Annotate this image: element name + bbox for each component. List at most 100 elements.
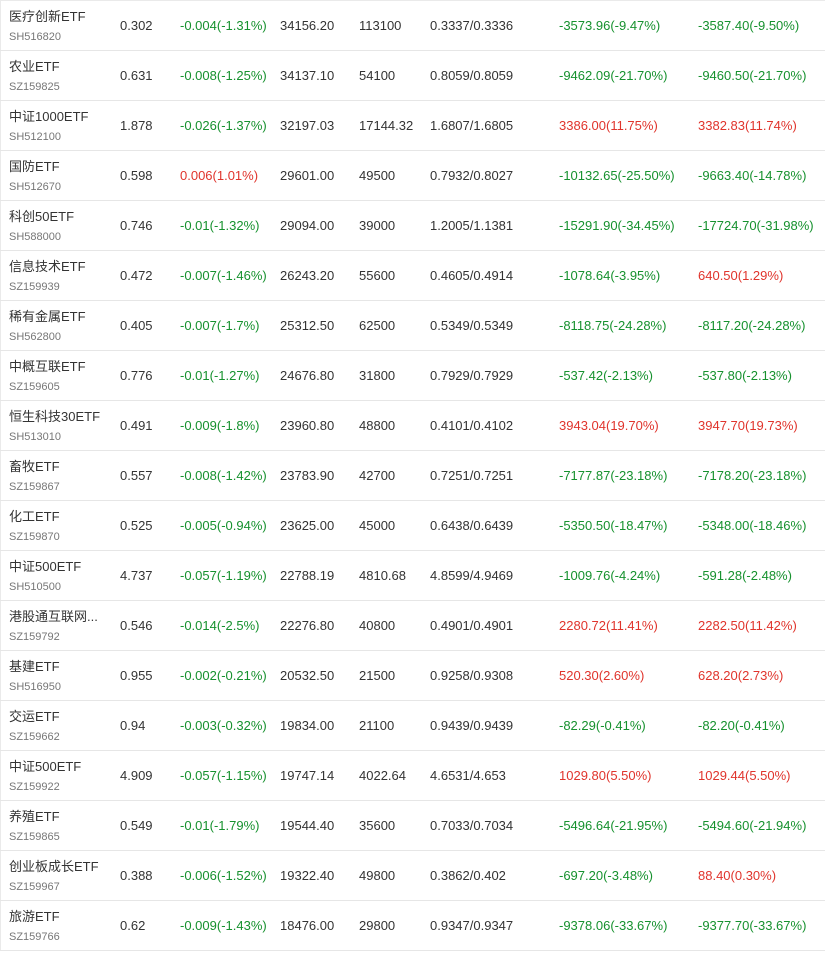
holding-pnl: -82.29(-0.41%) <box>559 718 646 733</box>
fund-name[interactable]: 中证500ETF <box>9 559 112 575</box>
fund-code: SH512100 <box>9 131 61 143</box>
fund-name[interactable]: 创业板成长ETF <box>9 859 112 875</box>
holding-shares: 31800 <box>359 368 396 383</box>
fund-name[interactable]: 恒生科技30ETF <box>9 409 112 425</box>
holding-shares: 39000 <box>359 218 396 233</box>
cost-price: 0.7033/0.7034 <box>430 818 514 833</box>
price-change: -0.057(-1.19%) <box>180 568 267 583</box>
fund-name-cell[interactable]: 中证500ETF SH510500 <box>0 551 112 600</box>
table-row[interactable]: 畜牧ETF SZ159867 0.557 -0.008(-1.42%) 23783.90… <box>0 451 825 501</box>
table-row[interactable]: 农业ETF SZ159825 0.631 -0.008(-1.25%) 34137.10… <box>0 51 825 101</box>
fund-name-cell[interactable]: 中证1000ETF SH512100 <box>0 101 112 150</box>
price-change: -0.01(-1.79%) <box>180 818 260 833</box>
holding-shares: 42700 <box>359 468 396 483</box>
current-price: 0.631 <box>120 68 153 83</box>
table-row[interactable]: 化工ETF SZ159870 0.525 -0.005(-0.94%) 23625.00… <box>0 501 825 551</box>
fund-name-cell[interactable]: 中概互联ETF SZ159605 <box>0 351 112 400</box>
holding-shares: 21100 <box>359 718 395 733</box>
table-row[interactable]: 中证1000ETF SH512100 1.878 -0.026(-1.37%) 3219… <box>0 101 825 151</box>
fund-name[interactable]: 中概互联ETF <box>9 359 112 375</box>
fund-name[interactable]: 交运ETF <box>9 709 112 725</box>
fund-name[interactable]: 稀有金属ETF <box>9 309 112 325</box>
fund-name-cell[interactable]: 农业ETF SZ159825 <box>0 51 112 100</box>
table-row[interactable]: 恒生科技30ETF SH513010 0.491 -0.009(-1.8%) 23960… <box>0 401 825 451</box>
market-value: 19322.40 <box>280 868 335 883</box>
fund-name[interactable]: 基建ETF <box>9 659 112 675</box>
fund-name-cell[interactable]: 科创50ETF SH588000 <box>0 201 112 250</box>
fund-code: SZ159967 <box>9 881 60 893</box>
table-row[interactable]: 养殖ETF SZ159865 0.549 -0.01(-1.79%) 19544.40 3… <box>0 801 825 851</box>
holding-pnl: -5496.64(-21.95%) <box>559 818 668 833</box>
fund-name-cell[interactable]: 旅游ETF SZ159766 <box>0 901 112 950</box>
price-change: -0.007(-1.7%) <box>180 318 260 333</box>
cost-price: 1.6807/1.6805 <box>430 118 514 133</box>
cost-price: 1.2005/1.1381 <box>430 218 514 233</box>
fund-name-cell[interactable]: 国防ETF SH512670 <box>0 151 112 200</box>
table-row[interactable]: 交运ETF SZ159662 0.94 -0.003(-0.32%) 19834.00 2… <box>0 701 825 751</box>
fund-name-cell[interactable]: 畜牧ETF SZ159867 <box>0 451 112 500</box>
current-price: 0.525 <box>120 518 153 533</box>
price-change: -0.007(-1.46%) <box>180 268 267 283</box>
table-row[interactable]: 旅游ETF SZ159766 0.62 -0.009(-1.43%) 18476.00 2… <box>0 901 825 951</box>
fund-name-cell[interactable]: 医疗创新ETF SH516820 <box>0 1 112 50</box>
table-row[interactable]: 基建ETF SH516950 0.955 -0.002(-0.21%) 20532.50… <box>0 651 825 701</box>
fund-name-cell[interactable]: 养殖ETF SZ159865 <box>0 801 112 850</box>
table-row[interactable]: 中证500ETF SZ159922 4.909 -0.057(-1.15%) 19747… <box>0 751 825 801</box>
table-row[interactable]: 稀有金属ETF SH562800 0.405 -0.007(-1.7%) 25312.5… <box>0 301 825 351</box>
fund-code: SZ159825 <box>9 81 60 93</box>
fund-name[interactable]: 科创50ETF <box>9 209 112 225</box>
total-pnl: -537.80(-2.13%) <box>698 368 792 383</box>
fund-code: SZ159766 <box>9 931 60 943</box>
fund-name[interactable]: 化工ETF <box>9 509 112 525</box>
fund-name-cell[interactable]: 港股通互联网... SZ159792 <box>0 601 112 650</box>
holding-pnl: 3386.00(11.75%) <box>559 118 658 133</box>
fund-name-cell[interactable]: 恒生科技30ETF SH513010 <box>0 401 112 450</box>
holding-pnl: -537.42(-2.13%) <box>559 368 653 383</box>
fund-name[interactable]: 农业ETF <box>9 59 112 75</box>
holding-pnl: 3943.04(19.70%) <box>559 418 659 433</box>
fund-name[interactable]: 畜牧ETF <box>9 459 112 475</box>
market-value: 23625.00 <box>280 518 335 533</box>
price-change: -0.009(-1.8%) <box>180 418 260 433</box>
fund-name[interactable]: 医疗创新ETF <box>9 9 112 25</box>
fund-name[interactable]: 养殖ETF <box>9 809 112 825</box>
current-price: 0.557 <box>120 468 153 483</box>
table-row[interactable]: 国防ETF SH512670 0.598 0.006(1.01%) 29601.00 49… <box>0 151 825 201</box>
current-price: 0.546 <box>120 618 153 633</box>
price-change: -0.008(-1.25%) <box>180 68 267 83</box>
total-pnl: -8117.20(-24.28%) <box>698 318 806 333</box>
cost-price: 0.7932/0.8027 <box>430 168 514 183</box>
fund-name[interactable]: 港股通互联网... <box>9 609 112 625</box>
table-row[interactable]: 信息技术ETF SZ159939 0.472 -0.007(-1.46%) 26243.… <box>0 251 825 301</box>
holding-pnl: -15291.90(-34.45%) <box>559 218 675 233</box>
fund-name-cell[interactable]: 交运ETF SZ159662 <box>0 701 112 750</box>
total-pnl: 2282.50(11.42%) <box>698 618 797 633</box>
table-row[interactable]: 科创50ETF SH588000 0.746 -0.01(-1.32%) 29094.0… <box>0 201 825 251</box>
current-price: 0.746 <box>120 218 153 233</box>
fund-name-cell[interactable]: 创业板成长ETF SZ159967 <box>0 851 112 900</box>
cost-price: 0.4605/0.4914 <box>430 268 514 283</box>
table-row[interactable]: 中概互联ETF SZ159605 0.776 -0.01(-1.27%) 24676.8… <box>0 351 825 401</box>
fund-name[interactable]: 中证1000ETF <box>9 109 112 125</box>
cost-price: 0.3337/0.3336 <box>430 18 514 33</box>
market-value: 22276.80 <box>280 618 335 633</box>
cost-price: 0.8059/0.8059 <box>430 68 514 83</box>
table-row[interactable]: 创业板成长ETF SZ159967 0.388 -0.006(-1.52%) 19322… <box>0 851 825 901</box>
fund-name[interactable]: 旅游ETF <box>9 909 112 925</box>
fund-name-cell[interactable]: 化工ETF SZ159870 <box>0 501 112 550</box>
market-value: 19834.00 <box>280 718 335 733</box>
holding-shares: 29800 <box>359 918 396 933</box>
fund-code: SH562800 <box>9 331 61 343</box>
fund-name[interactable]: 国防ETF <box>9 159 112 175</box>
fund-name[interactable]: 中证500ETF <box>9 759 112 775</box>
table-row[interactable]: 港股通互联网... SZ159792 0.546 -0.014(-2.5%) 22276… <box>0 601 825 651</box>
fund-name[interactable]: 信息技术ETF <box>9 259 112 275</box>
table-row[interactable]: 中证500ETF SH510500 4.737 -0.057(-1.19%) 22788… <box>0 551 825 601</box>
cost-price: 0.9439/0.9439 <box>430 718 514 733</box>
fund-code: SZ159870 <box>9 531 60 543</box>
table-row[interactable]: 医疗创新ETF SH516820 0.302 -0.004(-1.31%) 34156.… <box>0 1 825 51</box>
fund-name-cell[interactable]: 基建ETF SH516950 <box>0 651 112 700</box>
fund-name-cell[interactable]: 信息技术ETF SZ159939 <box>0 251 112 300</box>
fund-name-cell[interactable]: 中证500ETF SZ159922 <box>0 751 112 800</box>
fund-name-cell[interactable]: 稀有金属ETF SH562800 <box>0 301 112 350</box>
